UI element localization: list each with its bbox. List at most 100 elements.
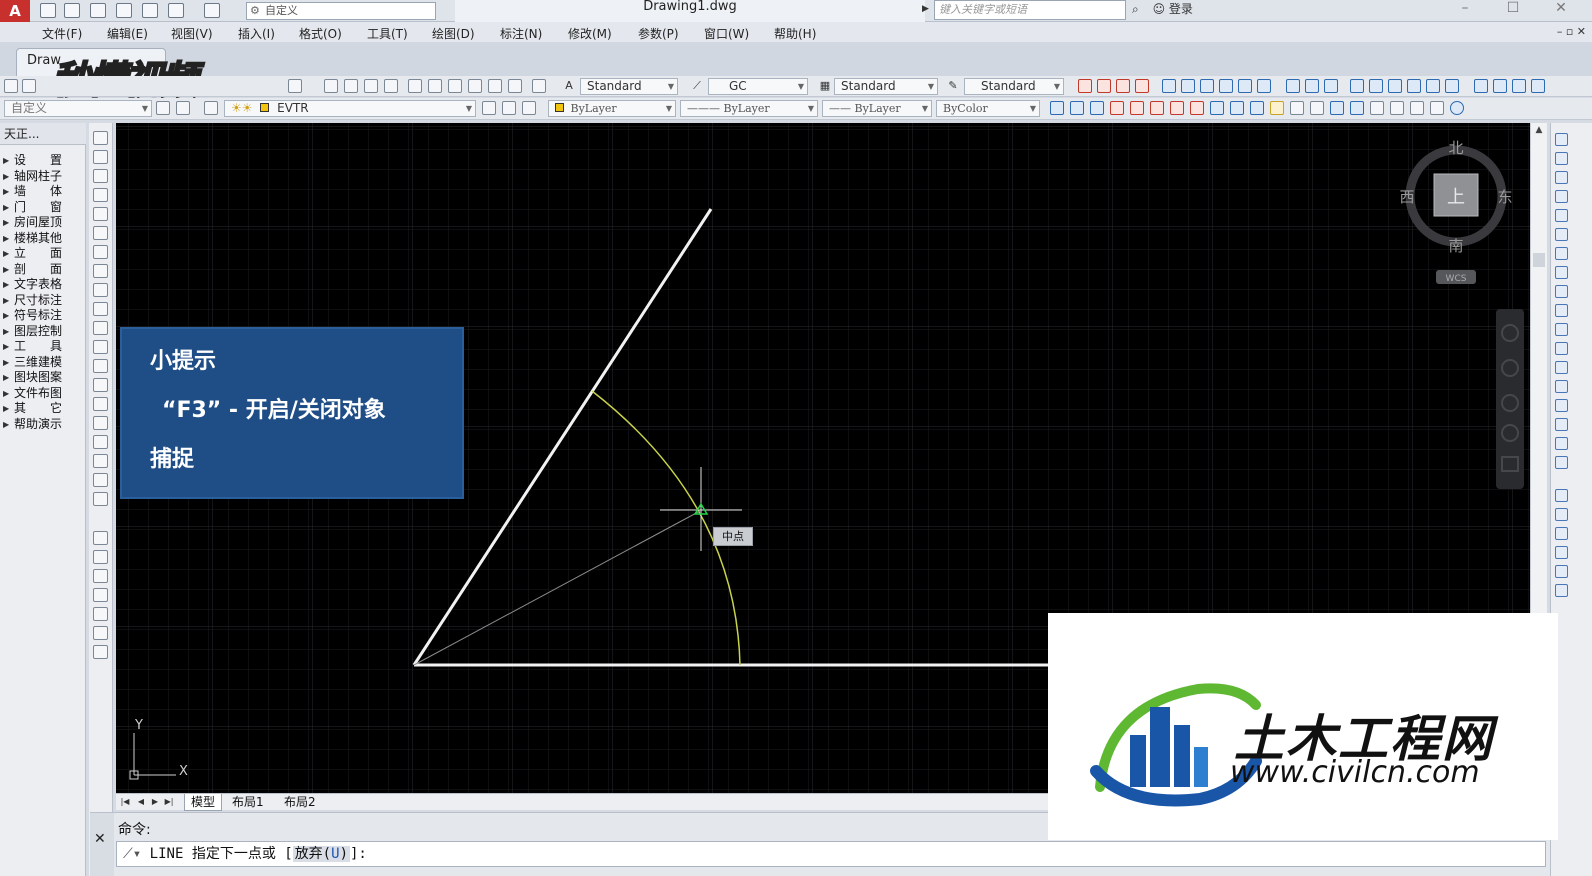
tz-tool-e-icon[interactable] xyxy=(1130,101,1144,115)
tz-section-icon[interactable] xyxy=(1286,79,1300,93)
minimize-icon[interactable]: – xyxy=(1442,0,1488,20)
pan-icon[interactable] xyxy=(324,79,338,93)
tz-tool-m-icon[interactable] xyxy=(1290,101,1304,115)
chamfer-icon[interactable] xyxy=(1555,399,1568,412)
tz-menu-item[interactable]: ▶ 其 它 xyxy=(0,401,86,416)
tz-tool-d-icon[interactable] xyxy=(1110,101,1124,115)
polygon-icon[interactable] xyxy=(93,188,108,202)
tz-menu-item[interactable]: ▶ 墙 体 xyxy=(0,184,86,199)
workspace-settings-icon[interactable] xyxy=(156,101,170,115)
explode-icon[interactable] xyxy=(1555,456,1568,469)
tz-help-icon[interactable] xyxy=(1450,101,1464,115)
circle-icon[interactable] xyxy=(93,245,108,259)
tz-menu-item[interactable]: ▶ 图层控制 xyxy=(0,324,86,339)
stretch-icon[interactable] xyxy=(1555,285,1568,298)
search-input[interactable]: 键入关键字或短语 xyxy=(934,0,1126,20)
zoom-previous-icon[interactable] xyxy=(384,79,398,93)
last-layout-icon[interactable]: ▶| xyxy=(164,796,174,808)
erase-icon[interactable] xyxy=(1555,133,1568,146)
tz-tool-p-icon[interactable] xyxy=(1350,101,1364,115)
tz-tool-f-icon[interactable] xyxy=(1150,101,1164,115)
tz-text-icon[interactable] xyxy=(1305,79,1319,93)
tz-extra-d-icon[interactable] xyxy=(93,626,108,640)
construction-line-icon[interactable] xyxy=(93,150,108,164)
chevron-right-icon[interactable]: ▶ xyxy=(922,4,929,14)
maximize-icon[interactable]: ☐ xyxy=(1490,0,1536,20)
scale-icon[interactable] xyxy=(1555,266,1568,279)
trim-icon[interactable] xyxy=(1555,304,1568,317)
revision-cloud-icon[interactable] xyxy=(93,264,108,278)
tz-dim2-icon[interactable] xyxy=(1369,79,1383,93)
tz-target-icon[interactable] xyxy=(1430,101,1444,115)
make-current-layer-icon[interactable] xyxy=(482,101,496,115)
tz-tool-c-icon[interactable] xyxy=(1090,101,1104,115)
blend-icon[interactable] xyxy=(1555,437,1568,450)
mirror-icon[interactable] xyxy=(1555,171,1568,184)
save-as-icon[interactable] xyxy=(116,3,132,18)
offset-icon[interactable] xyxy=(1555,190,1568,203)
linetype-dropdown[interactable]: ——— ByLayer ▼ xyxy=(680,100,818,117)
gradient-icon[interactable] xyxy=(93,416,108,430)
tz-tool-g-icon[interactable] xyxy=(1170,101,1184,115)
ellipse-icon[interactable] xyxy=(93,302,108,316)
tz-table-icon[interactable] xyxy=(1324,79,1338,93)
spline-icon[interactable] xyxy=(93,283,108,297)
print-icon[interactable] xyxy=(142,3,158,18)
close-icon[interactable]: ✕ xyxy=(94,831,106,847)
rotate-icon[interactable] xyxy=(1555,247,1568,260)
close-icon[interactable]: ✕ xyxy=(1538,0,1584,20)
scroll-thumb[interactable] xyxy=(1533,253,1545,267)
command-option-undo[interactable]: 放弃(U) xyxy=(292,846,350,862)
dim-style-dropdown[interactable]: GC ▼ xyxy=(708,78,808,95)
region-icon[interactable] xyxy=(93,435,108,449)
copy-icon[interactable] xyxy=(1555,152,1568,165)
viewcube-top-label[interactable]: 上 xyxy=(1447,187,1465,208)
tz-tool-r-icon[interactable] xyxy=(1390,101,1404,115)
workspace-dropdown-2[interactable]: 自定义 ▼ xyxy=(4,100,152,117)
scroll-up-icon[interactable]: ▲ xyxy=(1531,125,1547,137)
prev-layout-icon[interactable]: ◀ xyxy=(136,796,146,808)
ungroup-icon[interactable] xyxy=(1555,584,1568,597)
tz-menu-item[interactable]: ▶ 图块图案 xyxy=(0,370,86,385)
viewcube-south[interactable]: 南 xyxy=(1448,237,1463,255)
layer-state-icon[interactable] xyxy=(522,101,536,115)
tz-tool-j-icon[interactable] xyxy=(1230,101,1244,115)
command-window-handle[interactable]: ✕ xyxy=(90,813,114,876)
tool-palettes-icon[interactable] xyxy=(448,79,462,93)
point-cloud-icon[interactable] xyxy=(93,531,108,545)
lineweight-dropdown[interactable]: —— ByLayer ▼ xyxy=(822,100,932,117)
layer-dropdown[interactable]: ☀☀ EVTR ▼ xyxy=(224,100,476,117)
tz-elevation-icon[interactable] xyxy=(1257,79,1271,93)
login-label[interactable]: 登录 xyxy=(1169,2,1193,16)
tz-window-icon[interactable] xyxy=(1181,79,1195,93)
draworder-b-icon[interactable] xyxy=(1555,508,1568,521)
wcs-label[interactable]: WCS xyxy=(1446,274,1467,284)
next-layout-icon[interactable]: ▶ xyxy=(150,796,160,808)
tz-grid-icon[interactable] xyxy=(1078,79,1092,93)
help-icon[interactable] xyxy=(532,79,546,93)
tz-extra-e-icon[interactable] xyxy=(93,645,108,659)
open-file-icon[interactable] xyxy=(64,3,80,18)
doc-window-controls[interactable]: – ▫ ✕ xyxy=(1557,25,1586,38)
markup-icon[interactable] xyxy=(488,79,502,93)
tz-tool-icon[interactable] xyxy=(1445,79,1459,93)
menu-file[interactable]: 文件(F) xyxy=(42,25,82,42)
layer-properties-icon[interactable] xyxy=(204,101,218,115)
navigation-bar[interactable] xyxy=(1496,309,1524,489)
multileader-style-dropdown[interactable]: Standard ▼ xyxy=(964,78,1064,95)
viewcube-west[interactable]: 西 xyxy=(1399,188,1414,206)
tz-move-icon[interactable] xyxy=(1512,79,1526,93)
array-icon[interactable] xyxy=(1555,209,1568,222)
undo-icon[interactable] xyxy=(168,3,184,18)
redo-icon[interactable] xyxy=(204,3,220,18)
zoom-realtime-icon[interactable] xyxy=(344,79,358,93)
menu-tools[interactable]: 工具(T) xyxy=(367,25,408,42)
workspace-dropdown[interactable]: ⚙ 自定义 xyxy=(246,2,436,20)
line-icon[interactable] xyxy=(93,131,108,145)
tz-block-icon[interactable] xyxy=(1493,79,1507,93)
tab-model[interactable]: 模型 xyxy=(184,794,223,811)
tz-extra-a-icon[interactable] xyxy=(93,569,108,583)
menu-parametric[interactable]: 参数(P) xyxy=(638,25,679,42)
tz-menu-item[interactable]: ▶ 设 置 xyxy=(0,153,86,168)
color-dropdown[interactable]: ByLayer ▼ xyxy=(548,100,676,117)
